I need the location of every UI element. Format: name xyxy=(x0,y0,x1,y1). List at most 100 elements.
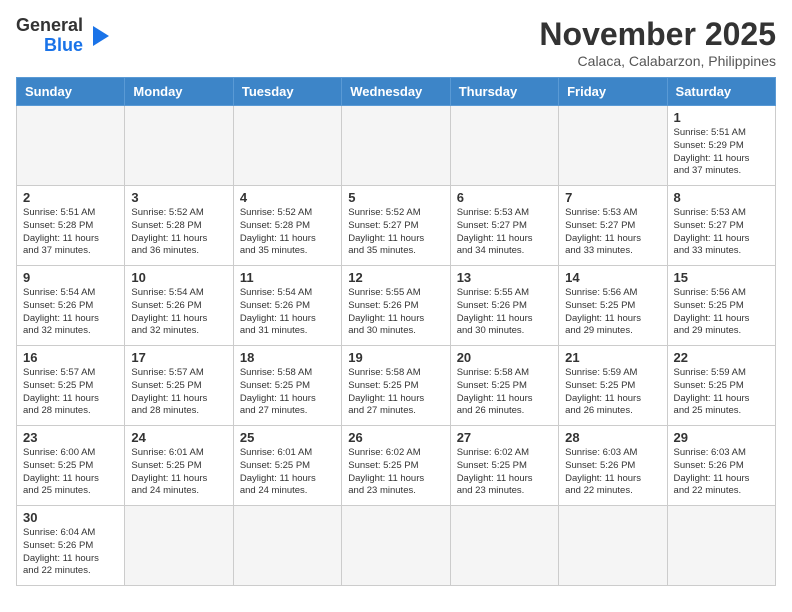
day-number: 17 xyxy=(131,350,226,365)
day-number: 24 xyxy=(131,430,226,445)
week-row-2: 2 Sunrise: 5:51 AM Sunset: 5:28 PM Daylig… xyxy=(17,186,776,266)
calendar-cell: 23Sunrise: 6:00 AM Sunset: 5:25 PM Dayli… xyxy=(17,426,125,506)
calendar-cell: 7Sunrise: 5:53 AM Sunset: 5:27 PM Daylig… xyxy=(559,186,667,266)
cell-info: Sunrise: 5:56 AM Sunset: 5:25 PM Dayligh… xyxy=(565,287,660,338)
calendar-cell: 13Sunrise: 5:55 AM Sunset: 5:26 PM Dayli… xyxy=(450,266,558,346)
calendar-cell: 30Sunrise: 6:04 AM Sunset: 5:26 PM Dayli… xyxy=(17,506,125,586)
day-number: 1 xyxy=(674,110,769,125)
day-number: 9 xyxy=(23,270,118,285)
calendar-cell: 10Sunrise: 5:54 AM Sunset: 5:26 PM Dayli… xyxy=(125,266,233,346)
day-number: 30 xyxy=(23,510,118,525)
day-number: 5 xyxy=(348,190,443,205)
page-header: General Blue November 2025 Calaca, Calab… xyxy=(16,16,776,69)
cell-info: Sunrise: 5:57 AM Sunset: 5:25 PM Dayligh… xyxy=(131,367,226,418)
week-row-4: 16 Sunrise: 5:57 AM Sunset: 5:25 PM Dayli… xyxy=(17,346,776,426)
calendar-cell xyxy=(125,506,233,586)
cell-info: Sunrise: 5:51 AM Sunset: 5:29 PM Dayligh… xyxy=(674,127,769,178)
cell-info: Sunrise: 5:54 AM Sunset: 5:26 PM Dayligh… xyxy=(23,287,118,338)
weekday-header-wednesday: Wednesday xyxy=(342,78,450,106)
cell-info: Sunrise: 6:03 AM Sunset: 5:26 PM Dayligh… xyxy=(565,447,660,498)
calendar-cell xyxy=(450,506,558,586)
logo-general: General xyxy=(16,16,83,36)
location: Calaca, Calabarzon, Philippines xyxy=(539,53,776,69)
calendar-cell: 11Sunrise: 5:54 AM Sunset: 5:26 PM Dayli… xyxy=(233,266,341,346)
cell-info: Sunrise: 5:52 AM Sunset: 5:28 PM Dayligh… xyxy=(131,207,226,258)
calendar-cell: 20 Sunrise: 5:58 AM Sunset: 5:25 PM Dayli… xyxy=(450,346,558,426)
week-row-5: 23Sunrise: 6:00 AM Sunset: 5:25 PM Dayli… xyxy=(17,426,776,506)
cell-info: Sunrise: 5:53 AM Sunset: 5:27 PM Dayligh… xyxy=(457,207,552,258)
day-number: 15 xyxy=(674,270,769,285)
day-number: 11 xyxy=(240,270,335,285)
weekday-header-friday: Friday xyxy=(559,78,667,106)
calendar-cell: 24 Sunrise: 6:01 AM Sunset: 5:25 PM Dayli… xyxy=(125,426,233,506)
calendar-table: SundayMondayTuesdayWednesdayThursdayFrid… xyxy=(16,77,776,586)
calendar-cell: 26Sunrise: 6:02 AM Sunset: 5:25 PM Dayli… xyxy=(342,426,450,506)
cell-info: Sunrise: 6:02 AM Sunset: 5:25 PM Dayligh… xyxy=(348,447,443,498)
cell-info: Sunrise: 6:01 AM Sunset: 5:25 PM Dayligh… xyxy=(131,447,226,498)
calendar-cell xyxy=(559,106,667,186)
week-row-1: 1 Sunrise: 5:51 AM Sunset: 5:29 PM Daylig… xyxy=(17,106,776,186)
calendar-cell: 15 Sunrise: 5:56 AM Sunset: 5:25 PM Dayli… xyxy=(667,266,775,346)
cell-info: Sunrise: 6:02 AM Sunset: 5:25 PM Dayligh… xyxy=(457,447,552,498)
day-number: 8 xyxy=(674,190,769,205)
calendar-cell: 29 Sunrise: 6:03 AM Sunset: 5:26 PM Dayli… xyxy=(667,426,775,506)
calendar-cell: 4Sunrise: 5:52 AM Sunset: 5:28 PM Daylig… xyxy=(233,186,341,266)
calendar-cell: 2 Sunrise: 5:51 AM Sunset: 5:28 PM Daylig… xyxy=(17,186,125,266)
cell-info: Sunrise: 5:58 AM Sunset: 5:25 PM Dayligh… xyxy=(348,367,443,418)
day-number: 19 xyxy=(348,350,443,365)
calendar-cell xyxy=(17,106,125,186)
week-row-6: 30Sunrise: 6:04 AM Sunset: 5:26 PM Dayli… xyxy=(17,506,776,586)
month-title: November 2025 xyxy=(539,16,776,53)
cell-info: Sunrise: 5:51 AM Sunset: 5:28 PM Dayligh… xyxy=(23,207,118,258)
calendar-cell: 28 Sunrise: 6:03 AM Sunset: 5:26 PM Dayli… xyxy=(559,426,667,506)
day-number: 3 xyxy=(131,190,226,205)
day-number: 25 xyxy=(240,430,335,445)
calendar-cell: 3 Sunrise: 5:52 AM Sunset: 5:28 PM Daylig… xyxy=(125,186,233,266)
calendar-cell: 22Sunrise: 5:59 AM Sunset: 5:25 PM Dayli… xyxy=(667,346,775,426)
calendar-cell xyxy=(450,106,558,186)
day-number: 18 xyxy=(240,350,335,365)
weekday-header-saturday: Saturday xyxy=(667,78,775,106)
calendar-cell: 14Sunrise: 5:56 AM Sunset: 5:25 PM Dayli… xyxy=(559,266,667,346)
calendar-cell: 9 Sunrise: 5:54 AM Sunset: 5:26 PM Daylig… xyxy=(17,266,125,346)
day-number: 29 xyxy=(674,430,769,445)
calendar-cell xyxy=(233,106,341,186)
weekday-header-monday: Monday xyxy=(125,78,233,106)
cell-info: Sunrise: 5:58 AM Sunset: 5:25 PM Dayligh… xyxy=(457,367,552,418)
cell-info: Sunrise: 5:55 AM Sunset: 5:26 PM Dayligh… xyxy=(348,287,443,338)
calendar-cell: 12Sunrise: 5:55 AM Sunset: 5:26 PM Dayli… xyxy=(342,266,450,346)
day-number: 16 xyxy=(23,350,118,365)
calendar-cell xyxy=(342,506,450,586)
calendar-cell: 21Sunrise: 5:59 AM Sunset: 5:25 PM Dayli… xyxy=(559,346,667,426)
day-number: 10 xyxy=(131,270,226,285)
calendar-cell xyxy=(559,506,667,586)
cell-info: Sunrise: 5:56 AM Sunset: 5:25 PM Dayligh… xyxy=(674,287,769,338)
cell-info: Sunrise: 6:00 AM Sunset: 5:25 PM Dayligh… xyxy=(23,447,118,498)
calendar-cell: 18Sunrise: 5:58 AM Sunset: 5:25 PM Dayli… xyxy=(233,346,341,426)
day-number: 28 xyxy=(565,430,660,445)
calendar-cell: 8Sunrise: 5:53 AM Sunset: 5:27 PM Daylig… xyxy=(667,186,775,266)
calendar-cell: 17 Sunrise: 5:57 AM Sunset: 5:25 PM Dayli… xyxy=(125,346,233,426)
weekday-header-row: SundayMondayTuesdayWednesdayThursdayFrid… xyxy=(17,78,776,106)
cell-info: Sunrise: 5:55 AM Sunset: 5:26 PM Dayligh… xyxy=(457,287,552,338)
weekday-header-sunday: Sunday xyxy=(17,78,125,106)
cell-info: Sunrise: 5:53 AM Sunset: 5:27 PM Dayligh… xyxy=(565,207,660,258)
calendar-cell: 16Sunrise: 5:57 AM Sunset: 5:25 PM Dayli… xyxy=(17,346,125,426)
calendar-cell: 27 Sunrise: 6:02 AM Sunset: 5:25 PM Dayli… xyxy=(450,426,558,506)
logo-blue: Blue xyxy=(44,36,83,56)
day-number: 27 xyxy=(457,430,552,445)
title-block: November 2025 Calaca, Calabarzon, Philip… xyxy=(539,16,776,69)
logo-wordmark: General Blue xyxy=(16,16,113,56)
day-number: 20 xyxy=(457,350,552,365)
day-number: 21 xyxy=(565,350,660,365)
cell-info: Sunrise: 5:52 AM Sunset: 5:28 PM Dayligh… xyxy=(240,207,335,258)
cell-info: Sunrise: 6:03 AM Sunset: 5:26 PM Dayligh… xyxy=(674,447,769,498)
week-row-3: 9 Sunrise: 5:54 AM Sunset: 5:26 PM Daylig… xyxy=(17,266,776,346)
calendar-cell: 1 Sunrise: 5:51 AM Sunset: 5:29 PM Daylig… xyxy=(667,106,775,186)
calendar-cell xyxy=(342,106,450,186)
logo-triangle-icon xyxy=(85,22,113,50)
calendar-cell xyxy=(667,506,775,586)
calendar-cell: 6Sunrise: 5:53 AM Sunset: 5:27 PM Daylig… xyxy=(450,186,558,266)
calendar-cell: 25Sunrise: 6:01 AM Sunset: 5:25 PM Dayli… xyxy=(233,426,341,506)
day-number: 2 xyxy=(23,190,118,205)
